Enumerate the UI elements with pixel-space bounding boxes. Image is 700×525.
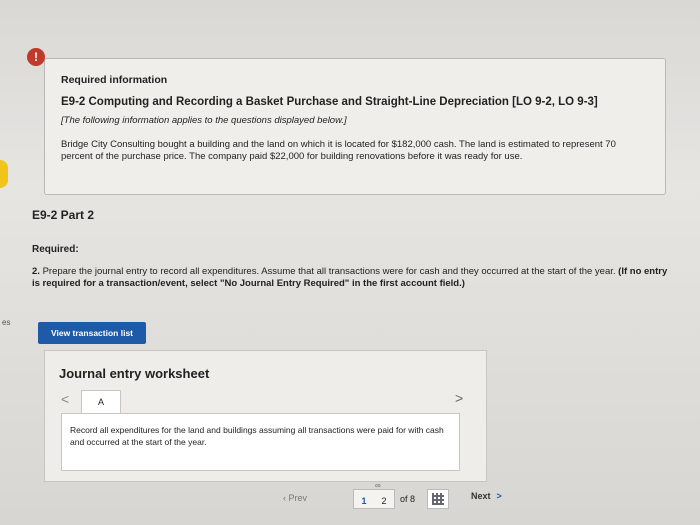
worksheet-title: Journal entry worksheet <box>59 366 210 381</box>
page-indicator[interactable]: 1 2 <box>353 489 395 509</box>
worksheet-prev-icon[interactable]: < <box>61 391 69 407</box>
page-count: of 8 <box>400 494 416 504</box>
chevron-right-icon: > <box>496 491 502 501</box>
exercise-title: E9-2 Computing and Recording a Basket Pu… <box>61 96 598 108</box>
worksheet-next-icon[interactable]: > <box>455 390 463 406</box>
grid-icon[interactable] <box>427 489 449 509</box>
record-instruction: Record all expenditures for the land and… <box>61 413 460 471</box>
next-label: Next <box>471 491 491 501</box>
applies-note: [The following information applies to th… <box>61 115 347 126</box>
assignment-page: es Required information E9-2 Computing a… <box>0 0 700 525</box>
question-text: 2. Prepare the journal entry to record a… <box>32 266 672 290</box>
required-label: Required: <box>32 244 79 255</box>
required-information-box: Required information E9-2 Computing and … <box>44 58 666 195</box>
question-number: 2. <box>32 266 40 277</box>
journal-entry-worksheet: Journal entry worksheet < A > Record all… <box>44 350 487 482</box>
prev-label: Prev <box>288 493 308 503</box>
view-transaction-list-button[interactable]: View transaction list <box>38 322 146 344</box>
part-title: E9-2 Part 2 <box>32 208 95 222</box>
current-page-number: 1 <box>361 496 367 506</box>
side-tab-indicator[interactable] <box>0 160 8 188</box>
question-pager: ‹ Prev 1 2 ∞ of 8 Next > <box>283 481 523 512</box>
alert-icon: ! <box>27 48 45 66</box>
prev-button[interactable]: ‹ Prev <box>283 493 307 503</box>
linked-page-number: 2 <box>381 496 387 506</box>
worksheet-tab-a[interactable]: A <box>81 390 121 414</box>
question-body: Prepare the journal entry to record all … <box>42 266 616 277</box>
link-icon: ∞ <box>375 481 381 490</box>
left-margin-label: es <box>2 318 11 327</box>
required-information-heading: Required information <box>61 74 168 86</box>
next-button[interactable]: Next > <box>471 491 502 501</box>
scenario-text: Bridge City Consulting bought a building… <box>61 139 616 162</box>
